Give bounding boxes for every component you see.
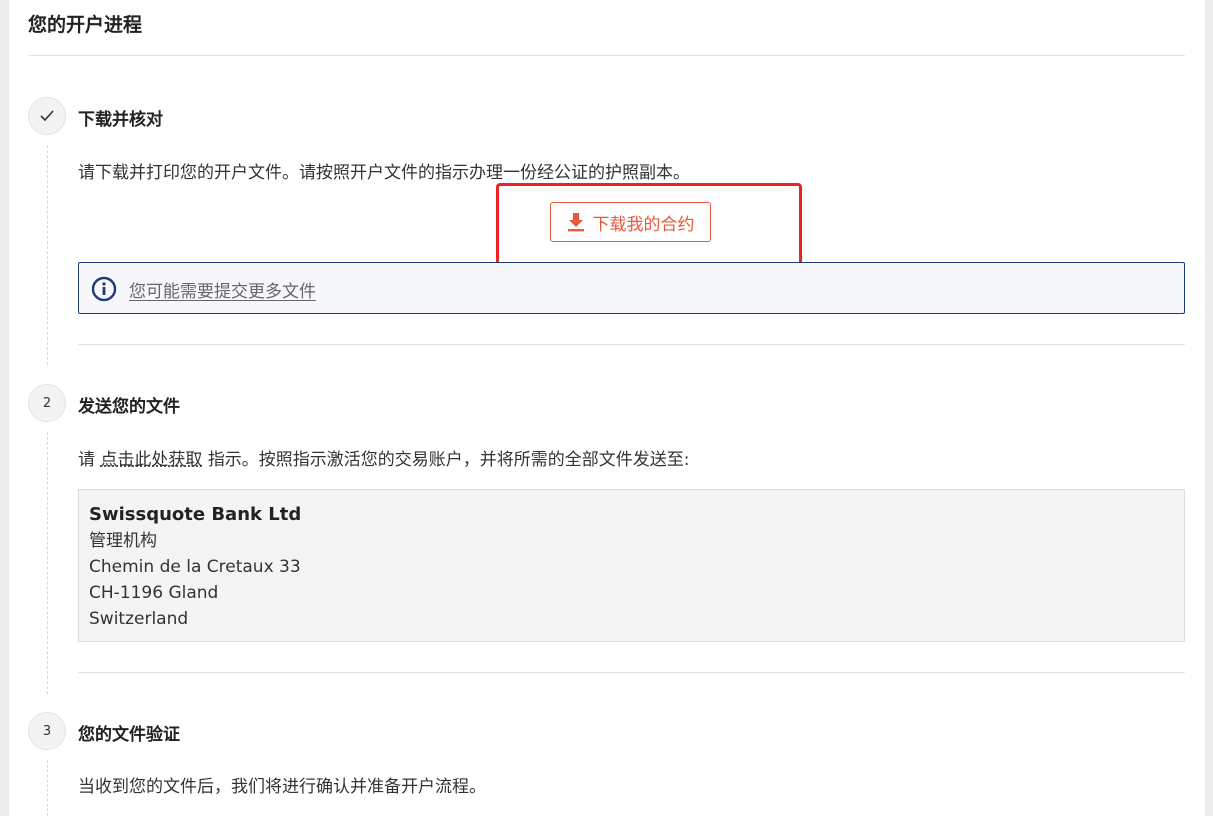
- address-line-4: Switzerland: [89, 609, 189, 629]
- step-2-text-before: 请: [78, 450, 95, 470]
- title-divider: [28, 55, 1185, 56]
- address-line-2: Chemin de la Cretaux 33: [89, 557, 301, 577]
- step-1-divider: [78, 344, 1185, 345]
- step-1-text: 请下载并打印您的开户文件。请按照开户文件的指示办理一份经公证的护照副本。: [78, 163, 690, 183]
- step-1-check-icon: [28, 97, 66, 135]
- more-documents-link[interactable]: 您可能需要提交更多文件: [129, 277, 316, 302]
- step-3-connector: [47, 760, 48, 816]
- account-opening-card: 您的开户进程 下载并核对 请下载并打印您的开户文件。请按照开户文件的指示办理一份…: [9, 0, 1205, 816]
- step-3-number: 3: [28, 712, 66, 750]
- page-title: 您的开户进程: [28, 14, 143, 36]
- step-2-number: 2: [28, 384, 66, 422]
- address-line-3: CH-1196 Gland: [89, 583, 219, 603]
- step-3-title: 您的文件验证: [78, 725, 180, 745]
- step-2-text-after: 指示。按照指示激活您的交易账户，并将所需的全部文件发送至:: [207, 450, 690, 470]
- info-notice: 您可能需要提交更多文件: [78, 262, 1185, 314]
- step-2-title: 发送您的文件: [78, 397, 180, 417]
- address-bank-name: Swissquote Bank Ltd: [89, 504, 302, 525]
- instructions-link[interactable]: 点击此处获取: [100, 450, 202, 470]
- step-1-connector: [47, 145, 48, 365]
- mailing-address: Swissquote Bank Ltd 管理机构 Chemin de la Cr…: [78, 489, 1185, 642]
- info-icon: [91, 276, 117, 302]
- step-3-text: 当收到您的文件后，我们将进行确认并准备开户流程。: [78, 777, 486, 797]
- step-1-title: 下载并核对: [78, 110, 163, 130]
- step-2-text: 请 点击此处获取 指示。按照指示激活您的交易账户，并将所需的全部文件发送至:: [78, 445, 690, 470]
- step-2-connector: [47, 432, 48, 694]
- step-2-divider: [78, 672, 1185, 673]
- address-line-1: 管理机构: [89, 531, 157, 551]
